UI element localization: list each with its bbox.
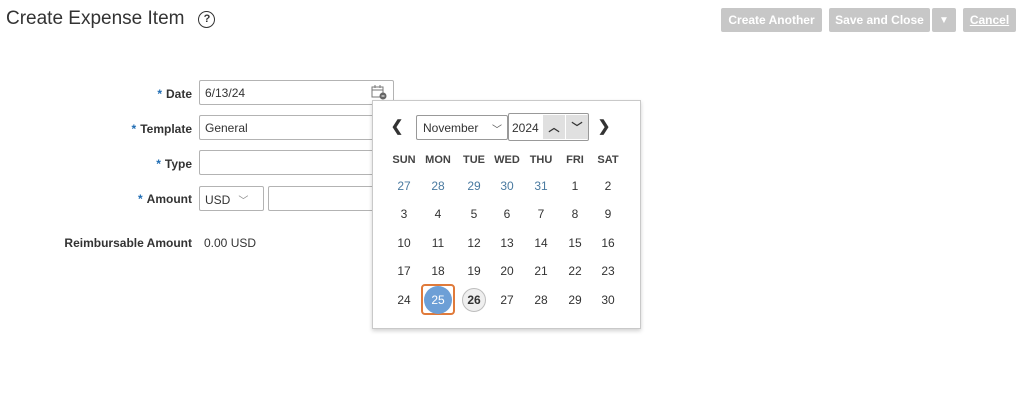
calendar-day[interactable]: 24	[390, 286, 418, 314]
date-label: * Date	[157, 87, 192, 101]
save-and-close-button[interactable]: Save and Close	[829, 8, 930, 32]
date-picker-popup: ❮ November ﹀ 2024 ︿ ﹀ ❯ SUN MON TUE WED THU F…	[372, 100, 641, 329]
chevron-down-icon: ﹀	[492, 125, 502, 136]
reimbursable-amount-label: Reimbursable Amount	[64, 236, 192, 250]
amount-field[interactable]	[268, 186, 379, 211]
currency-value: USD	[205, 193, 231, 207]
calendar-day[interactable]: 28	[424, 172, 452, 200]
calendar-day-today[interactable]: 26	[462, 288, 486, 312]
calendar-day[interactable]: 1	[561, 172, 589, 200]
calendar-day[interactable]: 27	[493, 286, 521, 314]
previous-month-icon[interactable]: ❮	[389, 117, 405, 135]
save-menu-button[interactable]: ▼	[932, 8, 956, 32]
calendar-day[interactable]: 14	[527, 229, 555, 257]
calendar-day[interactable]: 13	[493, 229, 521, 257]
cancel-button[interactable]: Cancel	[963, 8, 1016, 32]
year-up-icon[interactable]: ︿	[543, 115, 565, 139]
next-month-icon[interactable]: ❯	[596, 117, 612, 135]
create-another-button[interactable]: Create Another	[721, 8, 822, 32]
type-field[interactable]	[199, 150, 379, 175]
calendar-day[interactable]: 12	[460, 229, 488, 257]
weekday-label: SAT	[597, 154, 619, 166]
month-select[interactable]: November ﹀	[416, 115, 508, 140]
currency-select[interactable]: USD ﹀	[199, 186, 264, 211]
weekday-label: FRI	[566, 154, 584, 166]
calendar-day-selected[interactable]: 25	[424, 286, 452, 314]
weekday-label: TUE	[463, 154, 485, 166]
page-title: Create Expense Item ?	[6, 8, 216, 30]
template-field[interactable]: General	[199, 115, 379, 140]
calendar-day[interactable]: 21	[527, 257, 555, 285]
month-value: November	[423, 121, 479, 135]
date-value: 6/13/24	[205, 86, 246, 100]
calendar-day[interactable]: 9	[594, 200, 622, 228]
weekday-label: MON	[425, 154, 451, 166]
chevron-down-icon: ﹀	[238, 196, 249, 207]
page-title-text: Create Expense Item	[6, 8, 185, 29]
weekday-label: THU	[529, 154, 553, 166]
calendar-day[interactable]: 27	[390, 172, 418, 200]
calendar-day[interactable]: 15	[561, 229, 589, 257]
calendar-icon[interactable]	[371, 84, 387, 100]
year-input[interactable]: 2024 ︿ ﹀	[508, 113, 589, 141]
calendar-day[interactable]: 3	[390, 200, 418, 228]
template-value: General	[205, 121, 248, 135]
required-marker: *	[131, 122, 137, 136]
reimbursable-amount-value: 0.00 USD	[204, 236, 257, 250]
calendar-day[interactable]: 18	[424, 257, 452, 285]
chevron-down-icon: ▼	[939, 14, 949, 26]
calendar-day[interactable]: 4	[424, 200, 452, 228]
calendar-day[interactable]: 29	[460, 172, 488, 200]
year-value: 2024	[512, 121, 539, 135]
template-label: * Template	[131, 122, 192, 136]
date-field[interactable]: 6/13/24	[199, 80, 394, 105]
calendar-day[interactable]: 16	[594, 229, 622, 257]
calendar-day[interactable]: 8	[561, 200, 589, 228]
calendar-day[interactable]: 5	[460, 200, 488, 228]
weekday-label: WED	[494, 154, 520, 166]
calendar-day[interactable]: 6	[493, 200, 521, 228]
required-marker: *	[156, 157, 161, 171]
calendar-day[interactable]: 19	[460, 257, 488, 285]
calendar-day[interactable]: 11	[424, 229, 452, 257]
year-down-icon[interactable]: ﹀	[566, 115, 588, 139]
calendar-day[interactable]: 20	[493, 257, 521, 285]
calendar-day[interactable]: 17	[390, 257, 418, 285]
calendar-day[interactable]: 10	[390, 229, 418, 257]
calendar-day[interactable]: 31	[527, 172, 555, 200]
amount-label: * Amount	[138, 192, 192, 206]
calendar-day[interactable]: 23	[594, 257, 622, 285]
calendar-day[interactable]: 28	[527, 286, 555, 314]
help-icon[interactable]: ?	[198, 10, 216, 28]
calendar-day[interactable]: 30	[594, 286, 622, 314]
calendar-day[interactable]: 2	[594, 172, 622, 200]
weekday-label: SUN	[392, 154, 416, 166]
required-marker: *	[157, 87, 162, 101]
type-label: * Type	[156, 157, 192, 171]
required-marker: *	[138, 192, 143, 206]
calendar-day[interactable]: 7	[527, 200, 555, 228]
calendar-day[interactable]: 29	[561, 286, 589, 314]
calendar-day[interactable]: 30	[493, 172, 521, 200]
calendar-day[interactable]: 22	[561, 257, 589, 285]
